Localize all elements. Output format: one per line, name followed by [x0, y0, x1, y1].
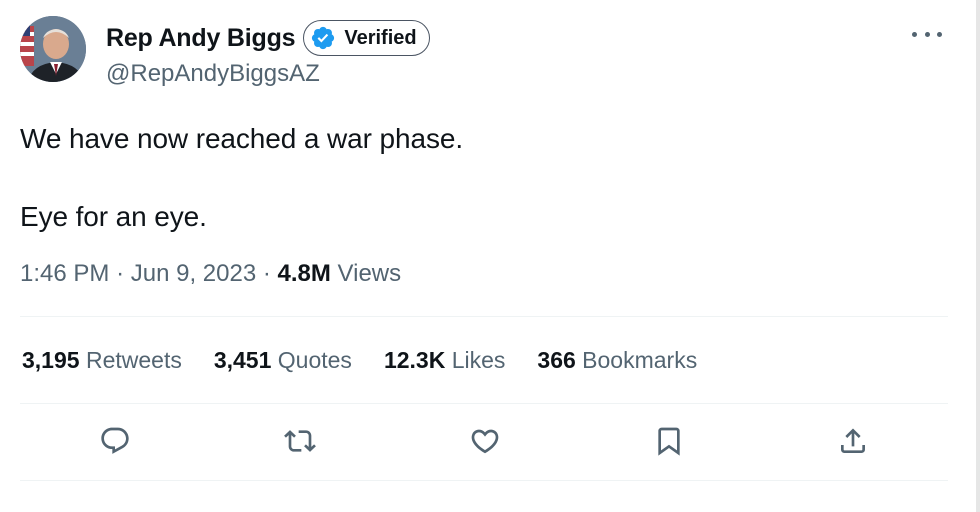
stat-count: 366 — [537, 346, 576, 373]
tweet-header: Rep Andy Biggs Verified @RepAndyBiggsAZ — [20, 16, 950, 88]
verified-check-icon — [312, 26, 335, 50]
name-row: Rep Andy Biggs Verified — [106, 20, 430, 56]
verified-badge[interactable]: Verified — [303, 20, 430, 56]
reply-button[interactable] — [98, 424, 132, 458]
tweet-text-line: We have now reached a war phase. — [20, 123, 463, 154]
views-count: 4.8M — [277, 260, 331, 287]
more-dot-icon — [937, 31, 942, 37]
bookmark-icon — [658, 427, 680, 456]
meta-separator: · — [116, 260, 125, 287]
stat-count: 3,451 — [213, 346, 272, 373]
author-block: Rep Andy Biggs Verified @RepAndyBiggsAZ — [106, 20, 430, 88]
stat-likes[interactable]: 12.3K Likes — [384, 347, 505, 374]
stat-label: Quotes — [277, 346, 352, 373]
share-icon — [841, 428, 865, 453]
tweet-date[interactable]: Jun 9, 2023 — [131, 260, 256, 287]
stat-retweets[interactable]: 3,195 Retweets — [22, 347, 182, 374]
tweet-card: Rep Andy Biggs Verified @RepAndyBiggsAZ … — [20, 16, 950, 481]
share-button[interactable] — [836, 424, 870, 458]
verified-label: Verified — [344, 26, 417, 49]
retweet-button[interactable] — [283, 424, 317, 458]
tweet-text: We have now reached a war phase. Eye for… — [20, 120, 950, 236]
stat-count: 3,195 — [22, 346, 80, 373]
stat-label: Likes — [451, 346, 506, 373]
stat-count: 12.3K — [383, 346, 446, 373]
avatar[interactable] — [20, 16, 86, 82]
stat-label: Bookmarks — [582, 346, 698, 373]
avatar-image — [20, 16, 86, 82]
tweet-meta: 1:46 PM · Jun 9, 2023 · 4.8M Views — [20, 260, 950, 288]
display-name[interactable]: Rep Andy Biggs — [106, 24, 296, 53]
tweet-text-line: Eye for an eye. — [20, 201, 207, 232]
meta-separator: · — [262, 260, 271, 287]
author-handle[interactable]: @RepAndyBiggsAZ — [106, 60, 430, 88]
more-dot-icon — [924, 31, 930, 37]
more-options-button[interactable] — [912, 24, 942, 44]
page-edge — [976, 0, 980, 512]
views-label: Views — [337, 260, 402, 287]
stat-quotes[interactable]: 3,451 Quotes — [214, 347, 352, 374]
divider — [20, 480, 948, 481]
stat-label: Retweets — [85, 346, 182, 373]
like-icon — [471, 429, 499, 454]
engagement-stats: 3,195 Retweets 3,451 Quotes 12.3K Likes … — [20, 317, 950, 403]
action-bar — [20, 404, 950, 480]
retweet-icon — [284, 430, 316, 452]
like-button[interactable] — [468, 424, 502, 458]
stat-bookmarks[interactable]: 366 Bookmarks — [537, 347, 697, 374]
bookmark-button[interactable] — [652, 424, 686, 458]
tweet-time[interactable]: 1:46 PM — [20, 260, 109, 287]
reply-icon — [101, 427, 129, 454]
more-dot-icon — [912, 31, 917, 37]
